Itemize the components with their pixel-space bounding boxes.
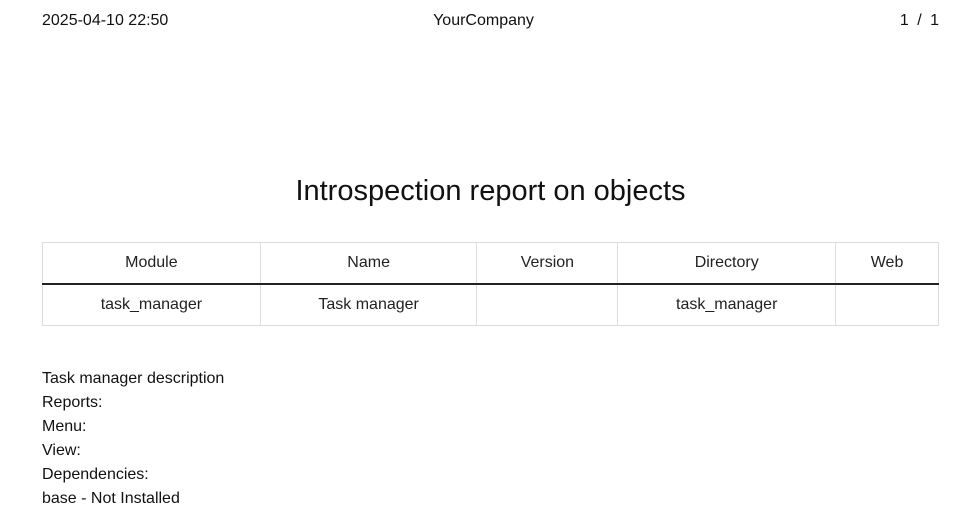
view-label: View: (42, 442, 81, 459)
cell-name: Task manager (259, 283, 478, 326)
page-current: 1 (899, 12, 909, 29)
module-details: Task manager description Reports: Menu: … (42, 367, 224, 511)
company-name: YourCompany (433, 12, 534, 29)
cell-web (835, 283, 939, 326)
reports-label: Reports: (42, 394, 103, 411)
column-header-web: Web (835, 242, 939, 285)
page-separator: / (917, 12, 922, 29)
dependency-line: base - Not Installed (42, 490, 180, 507)
page-total: 1 (930, 12, 939, 29)
page-header: 2025-04-10 22:50 YourCompany 1 / 1 (42, 12, 939, 34)
column-header-name: Name (259, 242, 478, 285)
cell-version (476, 283, 619, 326)
table-row: task_manager Task manager task_manager (42, 283, 939, 326)
page-counter: 1 / 1 (900, 12, 939, 30)
company-name-wrapper: YourCompany (42, 12, 939, 30)
column-header-directory: Directory (617, 242, 837, 285)
menu-label: Menu: (42, 418, 87, 435)
cell-module: task_manager (42, 283, 261, 326)
table-header-row: Module Name Version Directory Web (42, 242, 939, 285)
dependencies-label: Dependencies: (42, 466, 149, 483)
module-description: Task manager description (42, 370, 225, 387)
report-title: Introspection report on objects (295, 175, 686, 207)
cell-directory: task_manager (617, 283, 837, 326)
column-header-version: Version (476, 242, 619, 285)
column-header-module: Module (42, 242, 261, 285)
modules-table: Module Name Version Directory Web task_m… (42, 242, 939, 326)
